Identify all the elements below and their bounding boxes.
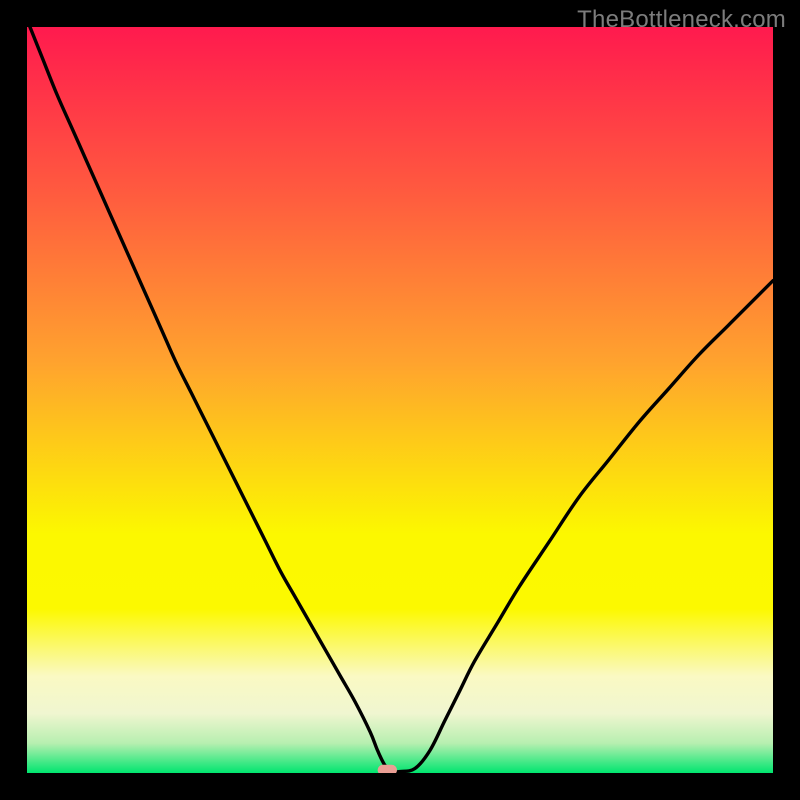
optimal-marker xyxy=(378,765,397,773)
plot-area xyxy=(27,27,773,773)
gradient-background xyxy=(27,27,773,773)
watermark-text: TheBottleneck.com xyxy=(577,6,786,34)
chart-frame: TheBottleneck.com xyxy=(0,0,800,800)
bottleneck-chart xyxy=(27,27,773,773)
